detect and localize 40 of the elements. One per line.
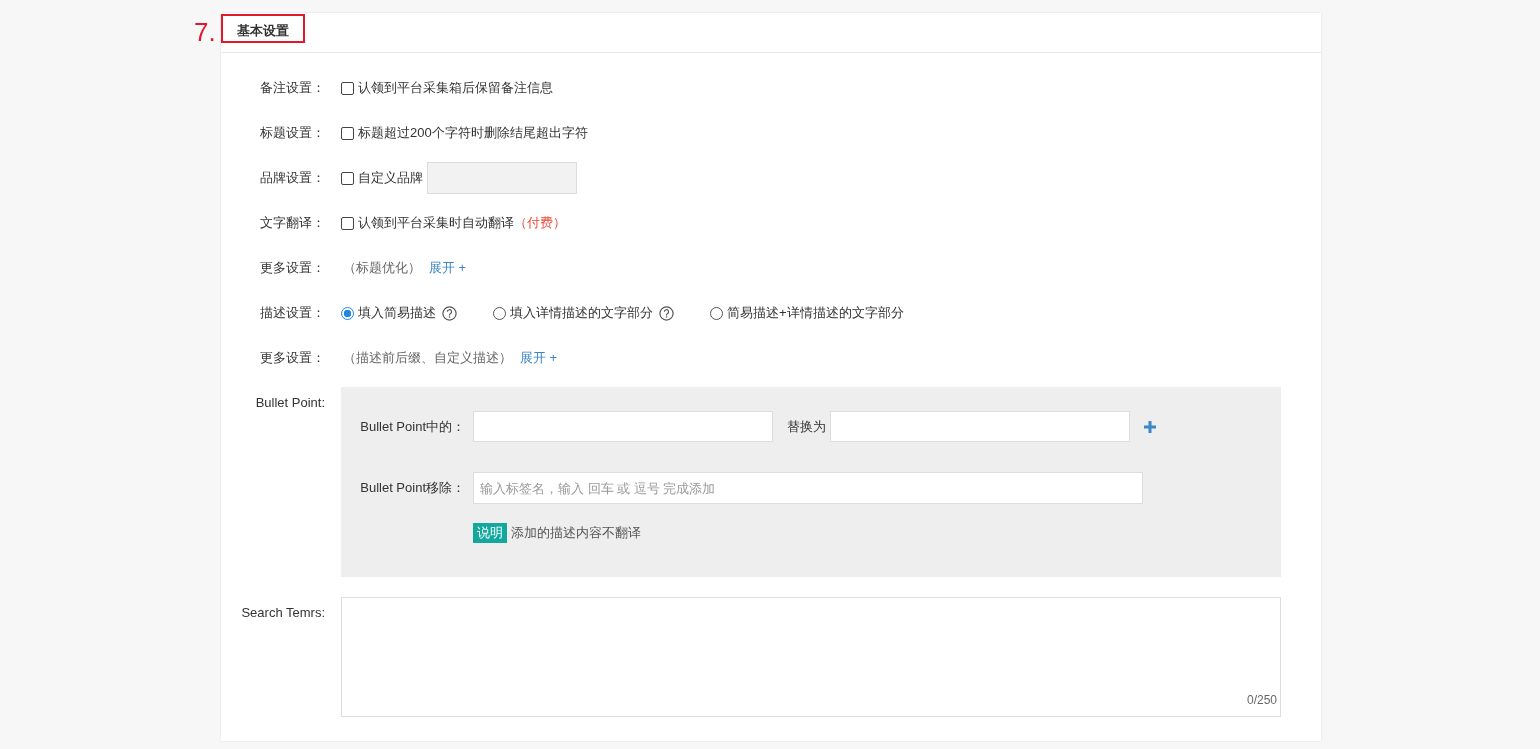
help-icon[interactable] [442, 305, 457, 321]
radio-label: 简易描述+详情描述的文字部分 [727, 304, 904, 322]
tag-input-field[interactable]: 输入标签名，输入 回车 或 逗号 完成添加 [473, 472, 1143, 504]
setting-label: Search Temrs: [240, 605, 326, 620]
radio-button[interactable] [341, 306, 354, 320]
checkbox[interactable] [341, 216, 354, 230]
field-label: Bullet Point移除： [359, 479, 466, 497]
more-hint: （描述前后缀、自定义描述） [343, 349, 512, 367]
radio-label: 填入简易描述 [358, 304, 436, 322]
setting-label: 文字翻译： [259, 214, 326, 232]
more-hint: （标题优化） [343, 259, 421, 277]
note-tag: 说明 [473, 523, 507, 543]
note-text: 添加的描述内容不翻译 [511, 524, 641, 542]
radio-label: 填入详情描述的文字部分 [510, 304, 653, 322]
setting-label: 更多设置： [259, 259, 326, 277]
checkbox-label: 标题超过200个字符时删除结尾超出字符 [358, 124, 588, 142]
checkbox[interactable] [341, 126, 354, 140]
add-icon[interactable] [1144, 420, 1156, 433]
setting-label: Bullet Point: [254, 395, 326, 410]
setting-label: 描述设置： [259, 304, 326, 322]
setting-label: 更多设置： [259, 349, 326, 367]
paid-note: （付费） [514, 214, 566, 232]
character-counter: 0/250 [1246, 693, 1277, 707]
step-number: 7. [194, 17, 217, 49]
field-label: 替换为 [787, 417, 826, 436]
setting-label: 品牌设置： [259, 169, 326, 187]
replace-input-field[interactable] [830, 411, 1130, 442]
checkbox[interactable] [341, 81, 354, 95]
expand-link[interactable]: 展开 + [429, 259, 467, 277]
setting-label: 备注设置： [259, 79, 326, 97]
search-terms-textarea[interactable]: 0/250 [341, 597, 1281, 717]
checkbox-label: 认领到平台采集箱后保留备注信息 [358, 79, 553, 97]
field-label: Bullet Point中的： [359, 417, 466, 436]
section-title: 基本设置 [221, 14, 305, 43]
expand-link[interactable]: 展开 + [520, 349, 558, 367]
help-icon[interactable] [659, 305, 674, 321]
checkbox-label: 认领到平台采集时自动翻译 [358, 214, 514, 232]
find-input-field[interactable] [473, 411, 773, 442]
setting-label: 标题设置： [259, 124, 326, 142]
checkbox-label: 自定义品牌 [358, 169, 423, 187]
